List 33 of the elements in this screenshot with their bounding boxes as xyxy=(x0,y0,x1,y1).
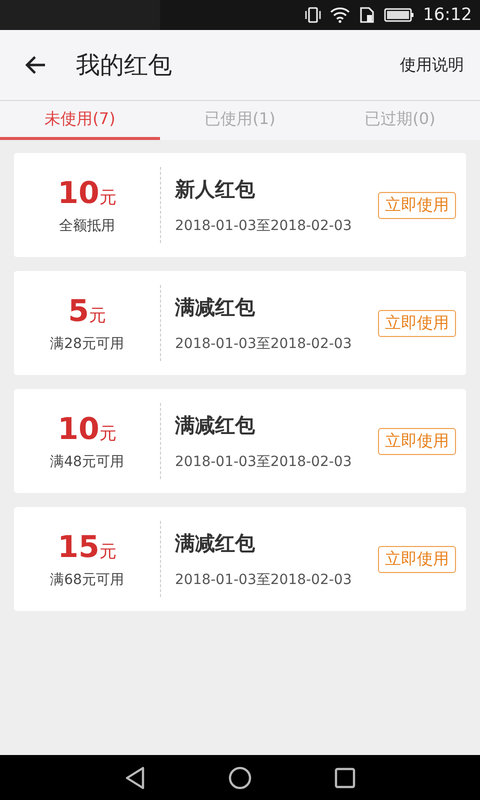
validity-period: 2018-01-03至2018-02-03 xyxy=(175,334,353,352)
validity-period: 2018-01-03至2018-02-03 xyxy=(175,570,353,588)
coupon-name: 满减红包 xyxy=(175,412,256,438)
usage-condition: 满68元可用 xyxy=(50,570,124,588)
tab[interactable]: 已使用(1) xyxy=(160,101,320,140)
battery-icon xyxy=(384,7,414,23)
use-now-button[interactable]: 立即使用 xyxy=(378,192,456,218)
validity-period: 2018-01-03至2018-02-03 xyxy=(175,216,353,234)
coupon-name: 满减红包 xyxy=(175,530,256,556)
coupon-name: 满减红包 xyxy=(175,294,256,320)
usage-instructions-link[interactable]: 使用说明 xyxy=(400,54,464,76)
clock-time: 16:12 xyxy=(423,5,472,25)
usage-condition: 满28元可用 xyxy=(50,334,124,352)
use-now-button[interactable]: 立即使用 xyxy=(378,546,456,572)
wifi-icon xyxy=(330,7,350,23)
coupon-amount: 10元 xyxy=(58,412,116,446)
coupon-name: 新人红包 xyxy=(175,176,256,202)
sim-card-icon xyxy=(359,7,375,23)
back-nav-icon[interactable] xyxy=(124,766,146,790)
usage-condition: 满48元可用 xyxy=(50,452,124,470)
use-now-button[interactable]: 立即使用 xyxy=(378,310,456,336)
page-title: 我的红包 xyxy=(76,50,173,81)
tab[interactable]: 已过期(0) xyxy=(320,101,480,140)
coupon-amount: 15元 xyxy=(58,530,116,564)
coupon-amount: 10元 xyxy=(58,176,116,210)
use-now-button[interactable]: 立即使用 xyxy=(378,428,456,454)
validity-period: 2018-01-03至2018-02-03 xyxy=(175,452,353,470)
tab[interactable]: 未使用(7) xyxy=(0,101,160,140)
vibrate-icon xyxy=(305,7,321,23)
usage-condition: 全额抵用 xyxy=(59,216,115,234)
home-nav-icon[interactable] xyxy=(228,766,252,790)
coupon-amount: 5元 xyxy=(68,294,106,328)
recents-nav-icon[interactable] xyxy=(334,766,356,788)
